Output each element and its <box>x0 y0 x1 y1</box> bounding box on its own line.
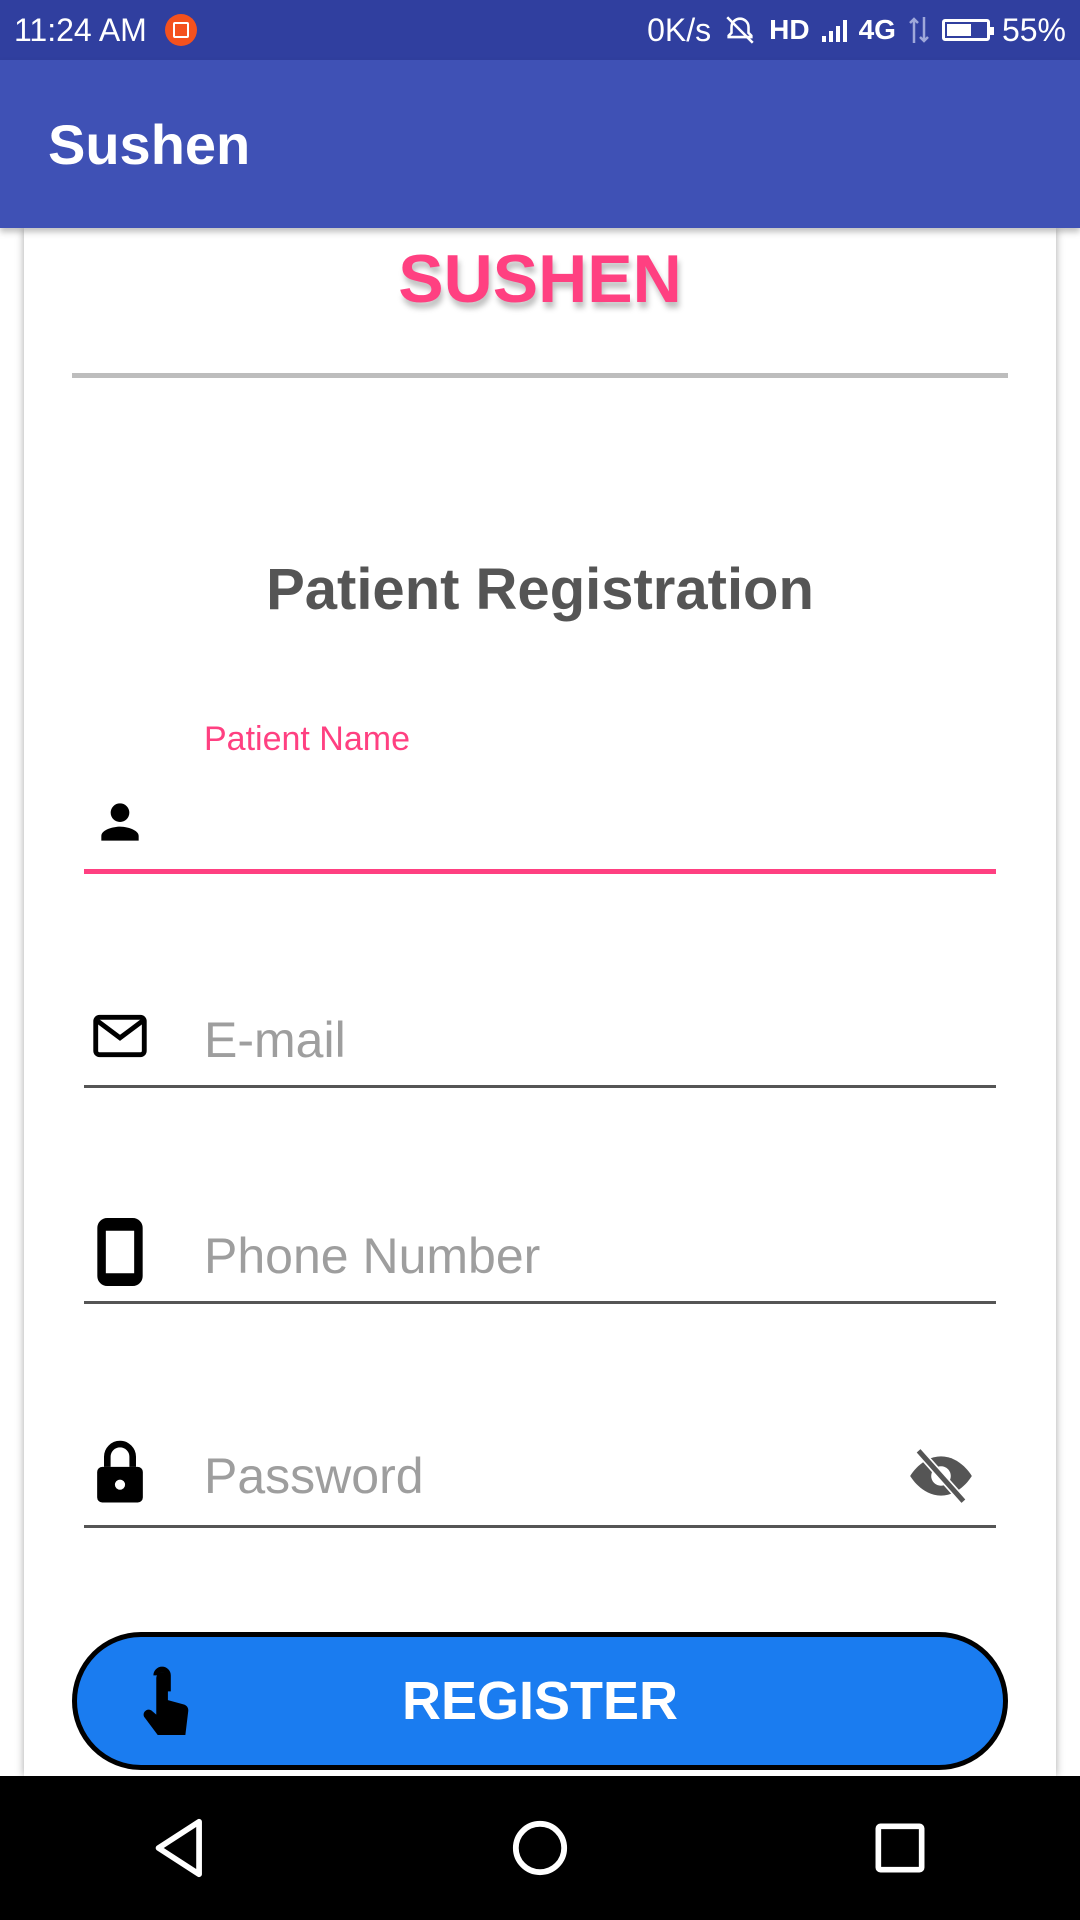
patient-name-label: Patient Name <box>204 720 410 758</box>
register-button[interactable]: REGISTER <box>72 1632 1008 1770</box>
eye-off-icon[interactable] <box>906 1448 976 1504</box>
password-underline <box>84 1525 996 1528</box>
notification-icon <box>164 14 197 46</box>
patient-name-underline <box>84 869 996 874</box>
touch-icon <box>133 1665 197 1741</box>
phone-input[interactable] <box>204 1224 916 1288</box>
page-title: Patient Registration <box>266 557 814 622</box>
person-icon <box>92 794 148 850</box>
app-title: Sushen <box>48 112 251 176</box>
battery-percent: 55% <box>1001 11 1066 48</box>
mail-icon <box>92 1008 148 1064</box>
status-bar: 11:24 AM 0K/s HD 4G 55% <box>0 0 1080 60</box>
battery-icon <box>941 19 994 41</box>
register-label: REGISTER <box>401 1671 679 1731</box>
recents-icon[interactable] <box>845 1793 955 1903</box>
password-input[interactable] <box>204 1444 916 1508</box>
network-type: 4G <box>858 14 896 45</box>
phone-underline <box>84 1301 996 1304</box>
patient-name-field[interactable]: Patient Name <box>84 720 996 874</box>
signal-icon <box>821 18 847 42</box>
email-field[interactable] <box>84 1000 996 1088</box>
status-indicators: 0K/s HD 4G 55% <box>647 12 1066 49</box>
navigation-bar <box>0 1776 1080 1920</box>
phone-field[interactable] <box>84 1216 996 1304</box>
home-icon[interactable] <box>485 1793 595 1903</box>
alarm-off-icon <box>726 16 754 44</box>
data-activity-icon <box>909 17 929 43</box>
brand-title: SUSHEN <box>398 241 682 317</box>
app-bar: Sushen <box>0 60 1080 228</box>
hd-badge: HD <box>769 14 810 45</box>
network-speed: 0K/s <box>647 11 712 48</box>
phone-icon <box>92 1218 148 1286</box>
divider <box>72 373 1008 378</box>
email-input[interactable] <box>204 1008 916 1072</box>
email-underline <box>84 1085 996 1088</box>
patient-name-input[interactable] <box>204 796 916 860</box>
back-icon[interactable] <box>125 1793 235 1903</box>
lock-icon <box>92 1440 148 1503</box>
status-time: 11:24 AM <box>14 11 147 48</box>
password-field[interactable] <box>84 1432 996 1528</box>
